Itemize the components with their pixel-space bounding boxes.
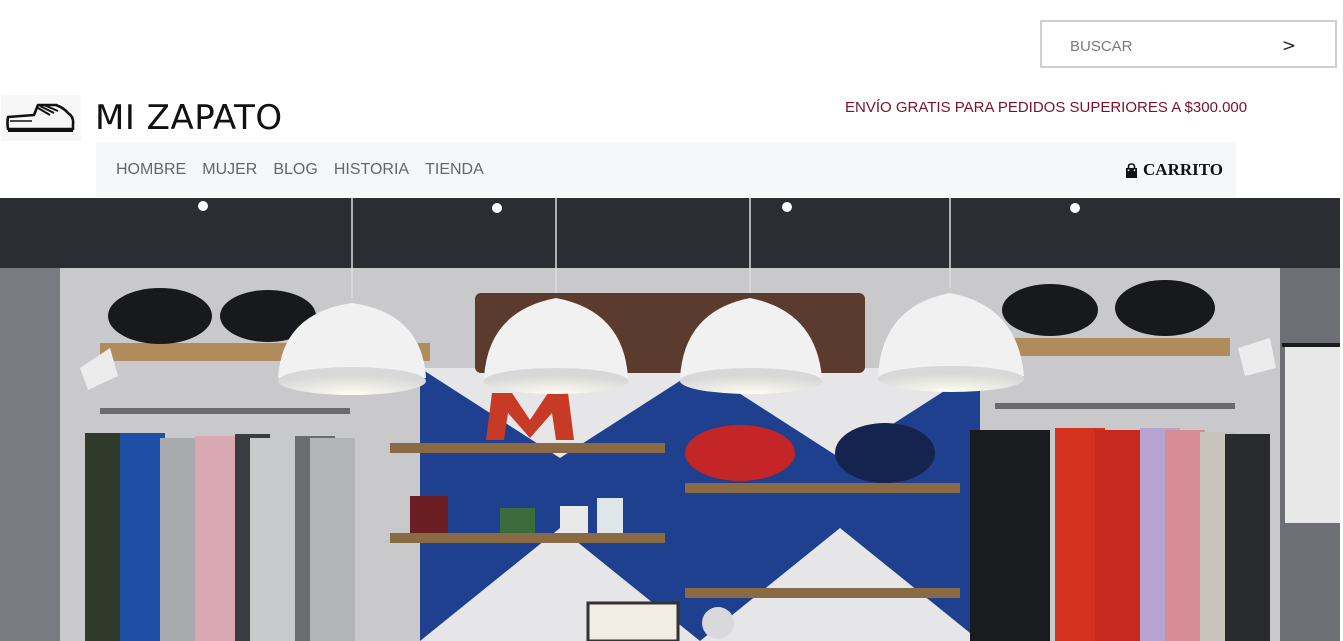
nav-item-blog[interactable]: BLOG (273, 161, 317, 179)
search-box: > (1040, 20, 1337, 68)
main-navbar: HOMBRE MUJER BLOG HISTORIA TIENDA CARRIT… (96, 142, 1236, 197)
shoe-icon (6, 103, 75, 132)
cart-link[interactable]: CARRITO (1125, 160, 1223, 180)
nav-item-hombre[interactable]: HOMBRE (116, 161, 186, 179)
nav-item-tienda[interactable]: TIENDA (425, 161, 484, 179)
cart-label: CARRITO (1143, 160, 1223, 179)
free-shipping-banner: ENVÍO GRATIS PARA PEDIDOS SUPERIORES A $… (845, 99, 1248, 116)
nav-item-mujer[interactable]: MUJER (202, 161, 257, 179)
nav-menu: HOMBRE MUJER BLOG HISTORIA TIENDA (116, 142, 500, 197)
search-input[interactable] (1068, 33, 1272, 59)
hero-image (0, 198, 1340, 641)
shopping-bag-icon (1125, 162, 1138, 178)
logo[interactable] (1, 95, 81, 141)
site-title[interactable]: MI ZAPATO (95, 98, 283, 138)
search-submit-button[interactable]: > (1274, 32, 1304, 60)
nav-item-historia[interactable]: HISTORIA (334, 161, 409, 179)
store-interior-illustration (0, 198, 1340, 641)
